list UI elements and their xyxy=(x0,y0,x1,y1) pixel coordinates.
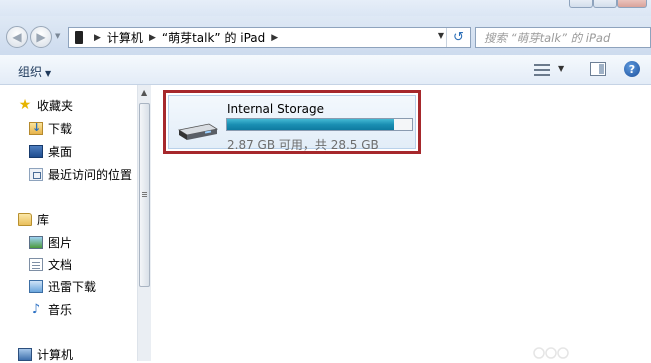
nav-item-desktop[interactable]: 桌面 xyxy=(29,142,72,160)
navigation-scrollbar[interactable]: ▲ xyxy=(137,85,151,361)
nav-item-label: 最近访问的位置 xyxy=(48,167,133,182)
hard-drive-icon xyxy=(177,123,219,140)
chevron-right-icon[interactable]: ▶ xyxy=(271,33,278,43)
grip-icon xyxy=(142,192,147,193)
desktop-icon xyxy=(29,144,43,158)
nav-libraries-label: 库 xyxy=(37,212,50,227)
forward-arrow-icon: ▶ xyxy=(36,30,46,44)
navigation-pane: ★ 收藏夹 下载 桌面 最近访问的位置 库 图片 文档 迅雷下载 ♪ 音乐 计算… xyxy=(0,85,137,363)
refresh-button[interactable]: ↺ xyxy=(446,28,470,47)
nav-libraries[interactable]: 库 xyxy=(18,210,49,228)
address-dropdown-icon[interactable]: ▼ xyxy=(438,31,444,40)
search-placeholder: 搜索 “萌芽talk” 的 iPad xyxy=(484,30,611,45)
nav-item-label: 下载 xyxy=(48,121,73,136)
forward-button[interactable]: ▶ xyxy=(30,26,52,48)
scrollbar-thumb[interactable] xyxy=(139,103,150,287)
nav-item-pictures[interactable]: 图片 xyxy=(29,233,72,251)
address-bar[interactable]: ▶ 计算机 ▶ “萌芽talk” 的 iPad ▶ ▼ ↺ xyxy=(68,27,471,48)
drive-space-info: 2.87 GB 可用，共 28.5 GB xyxy=(227,138,379,152)
view-options-icon[interactable] xyxy=(534,63,552,77)
drive-item[interactable]: Internal Storage 2.87 GB 可用，共 28.5 GB xyxy=(168,95,416,152)
pictures-icon xyxy=(29,235,43,249)
nav-item-music[interactable]: ♪ 音乐 xyxy=(29,300,72,318)
maximize-button[interactable] xyxy=(593,0,617,8)
watermark-logo xyxy=(533,347,569,359)
drive-tile-highlight[interactable]: Internal Storage 2.87 GB 可用，共 28.5 GB xyxy=(163,90,421,154)
minimize-button[interactable] xyxy=(569,0,593,8)
nav-favorites-label: 收藏夹 xyxy=(37,98,74,113)
nav-item-label: 桌面 xyxy=(48,144,73,159)
chevron-right-icon[interactable]: ▶ xyxy=(94,33,101,43)
address-row: ◀ ▶ ▼ ▶ 计算机 ▶ “萌芽talk” 的 iPad ▶ ▼ ↺ 搜索 “… xyxy=(0,16,651,55)
nav-item-label: 音乐 xyxy=(48,302,73,317)
command-bar: 组织 ▼ ▼ ? xyxy=(0,55,651,85)
capacity-bar xyxy=(226,118,413,131)
help-button[interactable]: ? xyxy=(624,61,640,77)
capacity-bar-fill xyxy=(227,119,394,130)
nav-item-downloads[interactable]: 下载 xyxy=(29,119,72,137)
nav-item-label: 图片 xyxy=(48,235,73,250)
nav-item-label: 迅雷下载 xyxy=(48,279,97,294)
star-icon: ★ xyxy=(18,96,32,113)
nav-computer[interactable]: 计算机 xyxy=(18,345,73,363)
breadcrumb-computer[interactable]: 计算机 xyxy=(107,29,143,46)
downloads-folder-icon xyxy=(29,121,43,135)
chevron-right-icon[interactable]: ▶ xyxy=(149,33,156,43)
library-folder-icon xyxy=(18,212,32,226)
scroll-up-icon[interactable]: ▲ xyxy=(141,88,147,97)
drive-name: Internal Storage xyxy=(227,102,325,116)
music-note-icon: ♪ xyxy=(31,301,41,317)
refresh-icon: ↺ xyxy=(453,30,464,45)
nav-computer-label: 计算机 xyxy=(37,347,74,362)
nav-item-thunder-downloads[interactable]: 迅雷下载 xyxy=(29,277,96,295)
nav-favorites[interactable]: ★ 收藏夹 xyxy=(18,96,73,114)
organize-label: 组织 xyxy=(18,65,43,79)
title-bar xyxy=(0,0,651,16)
computer-icon xyxy=(18,347,32,361)
search-input[interactable]: 搜索 “萌芽talk” 的 iPad xyxy=(475,27,651,48)
view-dropdown-icon[interactable]: ▼ xyxy=(558,64,564,73)
thunder-download-icon xyxy=(29,279,43,293)
close-button[interactable] xyxy=(617,0,647,8)
recent-pages-dropdown-icon[interactable]: ▼ xyxy=(55,32,60,40)
back-arrow-icon: ◀ xyxy=(12,30,22,44)
nav-item-documents[interactable]: 文档 xyxy=(29,255,72,273)
breadcrumb-ipad[interactable]: “萌芽talk” 的 iPad xyxy=(162,29,265,46)
back-button[interactable]: ◀ xyxy=(6,26,28,48)
chevron-down-icon: ▼ xyxy=(45,69,52,78)
device-icon xyxy=(75,31,83,44)
nav-item-label: 文档 xyxy=(48,257,73,272)
documents-icon xyxy=(29,257,43,271)
nav-item-recent-places[interactable]: 最近访问的位置 xyxy=(29,165,132,183)
recent-places-icon xyxy=(29,167,43,181)
organize-button[interactable]: 组织 ▼ xyxy=(18,63,51,80)
preview-pane-button[interactable] xyxy=(590,62,606,76)
content-area: Internal Storage 2.87 GB 可用，共 28.5 GB xyxy=(151,85,651,361)
